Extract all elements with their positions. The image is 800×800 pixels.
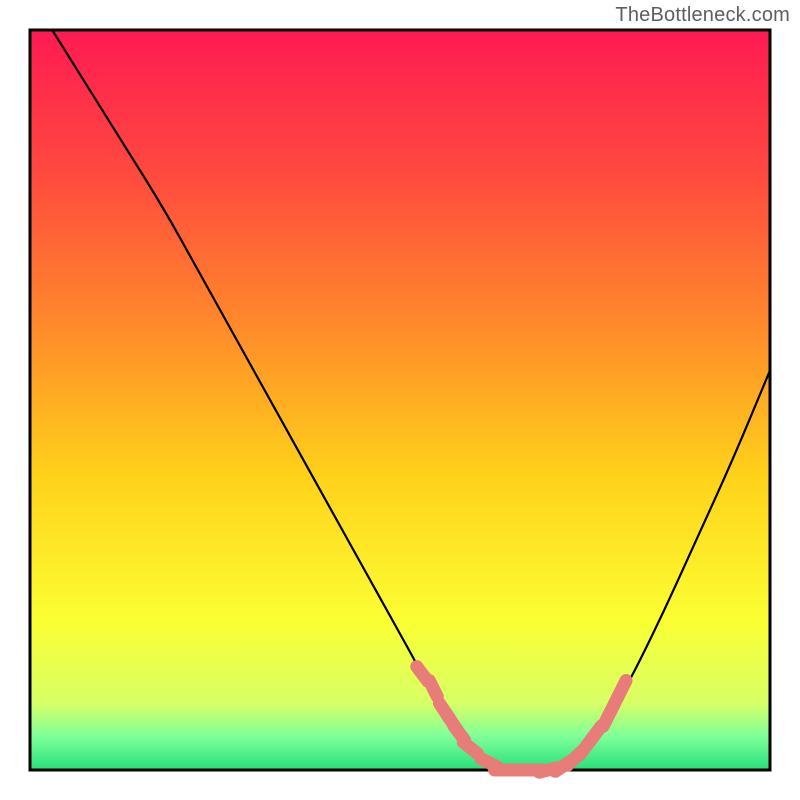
plot-background bbox=[30, 30, 770, 770]
chart-container: TheBottleneck.com bbox=[0, 0, 800, 800]
highlight-bead bbox=[618, 681, 626, 697]
highlight-bead bbox=[463, 742, 477, 753]
highlight-bead bbox=[429, 681, 437, 697]
watermark-text: TheBottleneck.com bbox=[615, 4, 790, 27]
bottleneck-chart bbox=[0, 0, 800, 800]
